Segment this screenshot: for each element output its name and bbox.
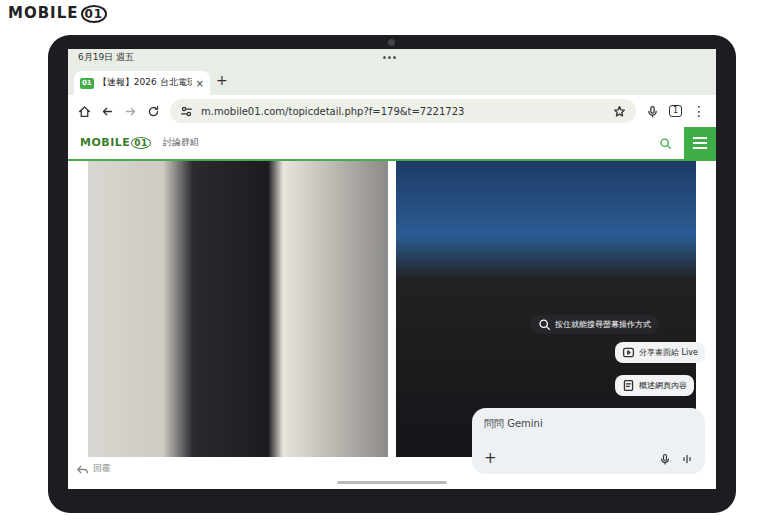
gemini-panel: 問問 Gemini +: [472, 408, 705, 474]
live-waveform-icon[interactable]: [681, 453, 693, 465]
watermark-logo: MOBILE01: [4, 2, 111, 25]
tab-count-button[interactable]: 1: [669, 105, 682, 117]
favicon-icon: 01: [80, 78, 94, 89]
address-bar: m.mobile01.com/topicdetail.php?f=179&t=7…: [68, 95, 716, 127]
menu-line: [693, 147, 707, 149]
watermark-word: MOBILE: [8, 4, 79, 22]
back-icon[interactable]: [101, 105, 114, 118]
tablet-screen: 6月19日 週五 01 【速報】2026 台北電玩展 C × + m.mobile01.c…: [68, 49, 716, 489]
reply-label[interactable]: 回覆: [93, 462, 111, 476]
cosplay-photo[interactable]: [88, 161, 388, 457]
mic-icon[interactable]: [646, 105, 659, 118]
new-tab-button[interactable]: +: [216, 70, 228, 95]
gemini-action-button[interactable]: 概述網頁內容: [615, 375, 694, 396]
hint-text: 按住就能搜尋螢幕操作方式: [555, 319, 651, 331]
gesture-handle[interactable]: [337, 481, 447, 484]
browser-menu-button[interactable]: ⋮: [692, 101, 706, 122]
tablet-frame: 6月19日 週五 01 【速報】2026 台北電玩展 C × + m.mobile01.c…: [48, 35, 736, 513]
camera-icon: [388, 39, 395, 46]
gemini-toolbar: +: [484, 451, 693, 466]
gesture-bar[interactable]: [68, 481, 716, 489]
mic-icon[interactable]: [659, 453, 671, 465]
site-logo-word: MOBILE: [80, 136, 130, 149]
reply-icon[interactable]: [76, 463, 89, 476]
search-icon[interactable]: [659, 137, 672, 150]
star-icon[interactable]: [613, 105, 626, 118]
url-text[interactable]: m.mobile01.com/topicdetail.php?f=179&t=7…: [201, 104, 605, 119]
handle-dot: [393, 56, 396, 59]
action-label[interactable]: 概述網頁內容: [639, 380, 687, 392]
gemini-add-button[interactable]: +: [484, 451, 649, 466]
handle-dot: [388, 56, 391, 59]
gemini-prompt-field[interactable]: 問問 Gemini: [484, 416, 693, 431]
url-field[interactable]: m.mobile01.com/topicdetail.php?f=179&t=7…: [170, 99, 636, 123]
menu-line: [693, 142, 707, 144]
status-time: 6月19日 週五: [78, 51, 134, 65]
browser-tab[interactable]: 01 【速報】2026 台北電玩展 C ×: [74, 71, 210, 95]
reload-icon[interactable]: [147, 105, 160, 118]
site-header: MOBILE01 討論群組: [68, 127, 716, 161]
tab-close-button[interactable]: ×: [196, 76, 204, 91]
tab-strip: 01 【速報】2026 台北電玩展 C × +: [68, 67, 716, 95]
handle-dot: [383, 56, 386, 59]
search-hint-chip[interactable]: 按住就能搜尋螢幕操作方式: [530, 315, 659, 334]
summarize-icon: [622, 379, 635, 392]
menu-line: [693, 137, 707, 139]
gemini-action-button[interactable]: 分享畫面給 Live: [615, 342, 705, 363]
action-label[interactable]: 分享畫面給 Live: [639, 347, 698, 359]
circle-search-icon: [538, 318, 551, 331]
tab-label: 【速報】2026 台北電玩展 C: [98, 76, 192, 90]
site-section-link[interactable]: 討論群組: [163, 136, 647, 150]
watermark-mark: 01: [81, 5, 108, 23]
home-icon[interactable]: [78, 105, 91, 118]
site-menu-button[interactable]: [684, 127, 716, 159]
site-logo[interactable]: MOBILE01: [80, 135, 151, 152]
site-settings-icon[interactable]: [180, 105, 193, 118]
site-logo-mark: 01: [131, 137, 151, 149]
forward-icon[interactable]: [124, 105, 137, 118]
share-screen-icon: [622, 346, 635, 359]
status-bar: 6月19日 週五: [68, 49, 716, 67]
window-handle-icon[interactable]: [383, 56, 396, 59]
